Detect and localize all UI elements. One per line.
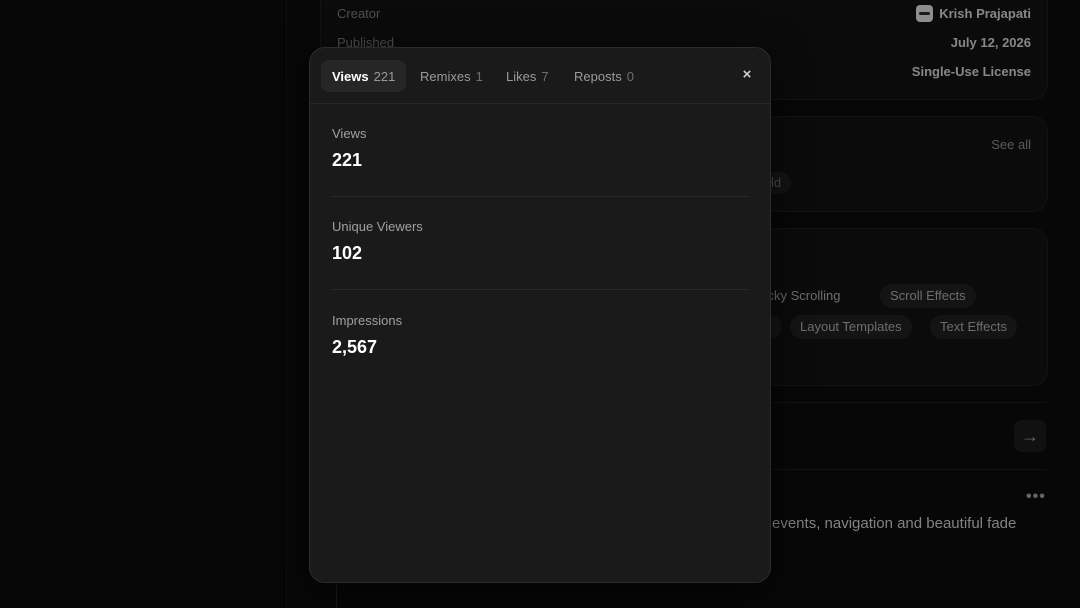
tab-count: 221 xyxy=(373,68,396,84)
stat-value: 221 xyxy=(332,150,363,170)
stat-views: Views 221 xyxy=(332,126,748,171)
stats-modal: Views 221 Remixes 1 Likes 7 Reposts 0 × … xyxy=(309,47,771,583)
stat-label: Unique Viewers xyxy=(332,219,423,234)
close-icon[interactable]: × xyxy=(738,66,756,84)
tab-remixes[interactable]: Remixes 1 xyxy=(409,60,494,92)
divider xyxy=(332,196,748,197)
tab-count: 7 xyxy=(541,68,549,84)
stat-label: Views xyxy=(332,126,367,141)
tab-reposts[interactable]: Reposts 0 xyxy=(563,60,645,92)
modal-tabbar: Views 221 Remixes 1 Likes 7 Reposts 0 × xyxy=(310,48,770,104)
tab-likes[interactable]: Likes 7 xyxy=(495,60,560,92)
stat-value: 102 xyxy=(332,243,363,263)
stat-value: 2,567 xyxy=(332,337,378,357)
stat-unique-viewers: Unique Viewers 102 xyxy=(332,219,748,264)
stat-impressions: Impressions 2,567 xyxy=(332,313,748,358)
tab-label: Likes xyxy=(506,68,537,84)
tab-label: Reposts xyxy=(574,68,622,84)
tab-count: 1 xyxy=(475,68,483,84)
tab-label: Views xyxy=(332,68,369,84)
tab-views[interactable]: Views 221 xyxy=(321,60,407,92)
divider xyxy=(332,289,748,290)
tab-label: Remixes xyxy=(420,68,471,84)
stat-label: Impressions xyxy=(332,313,403,328)
tab-count: 0 xyxy=(626,68,634,84)
